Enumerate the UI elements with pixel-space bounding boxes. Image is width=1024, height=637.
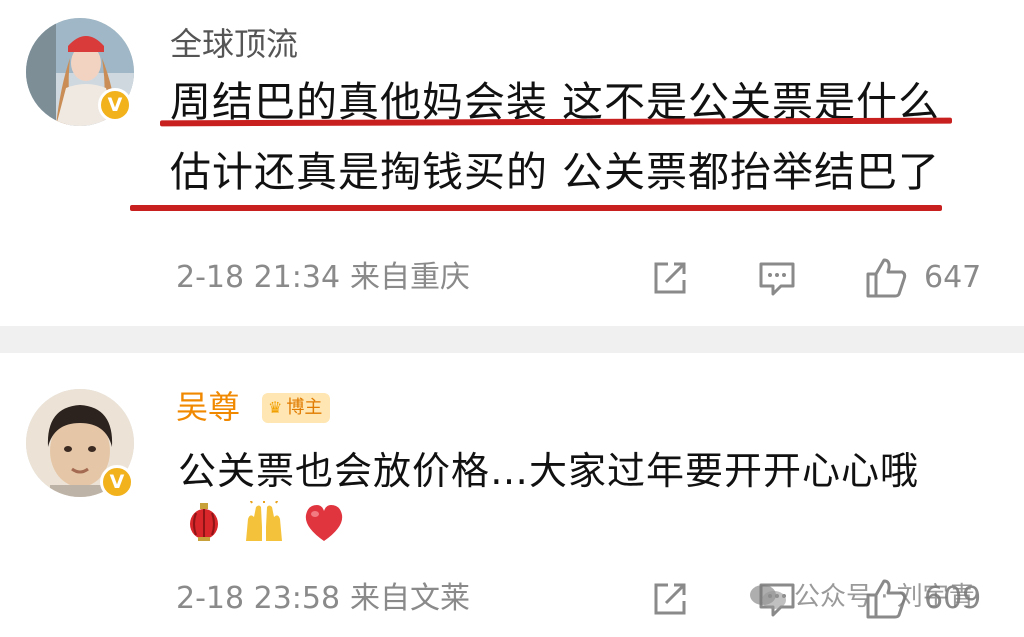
comment-location: 来自文莱 <box>350 581 470 616</box>
comment-timestamp: 2-18 23:58 <box>176 581 341 616</box>
comment-timestamp: 2-18 21:34 <box>176 260 341 295</box>
like-icon[interactable] <box>864 256 908 300</box>
emoji-row <box>182 501 346 545</box>
comment-separator <box>0 326 1024 353</box>
share-icon[interactable] <box>650 579 690 619</box>
watermark-text: 公众号 · 刘宇青 <box>794 582 975 612</box>
verified-icon: V <box>100 465 134 499</box>
comment-feed: V 全球顶流 周结巴的真他妈会装 这不是公关票是什么 估计还真是掏钱买的 公关票… <box>0 0 1024 637</box>
comment-item: V 全球顶流 周结巴的真他妈会装 这不是公关票是什么 估计还真是掏钱买的 公关票… <box>0 0 1024 326</box>
comment-location: 来自重庆 <box>350 260 470 295</box>
comment-text-line: 估计还真是掏钱买的 公关票都抬举结巴了 <box>170 148 941 196</box>
like-count: 647 <box>924 260 982 295</box>
username[interactable]: 吴尊 <box>176 387 240 427</box>
username[interactable]: 全球顶流 <box>170 24 298 64</box>
share-icon[interactable] <box>650 258 690 298</box>
watermark: 公众号 · 刘宇青 <box>748 580 975 614</box>
comment-icon[interactable] <box>757 258 797 298</box>
crown-icon: ♛ <box>268 398 283 417</box>
wechat-icon <box>750 585 786 609</box>
red-underline <box>130 205 942 211</box>
red-heart-icon <box>305 505 343 541</box>
raised-hands-icon <box>246 501 282 541</box>
comment-text-line: 公关票也会放价格…大家过年要开开心心哦 <box>178 449 920 493</box>
blogger-badge-label: 博主 <box>286 397 323 418</box>
lantern-icon <box>190 503 218 541</box>
blogger-badge: ♛ 博主 <box>262 393 331 423</box>
verified-icon: V <box>98 88 132 122</box>
